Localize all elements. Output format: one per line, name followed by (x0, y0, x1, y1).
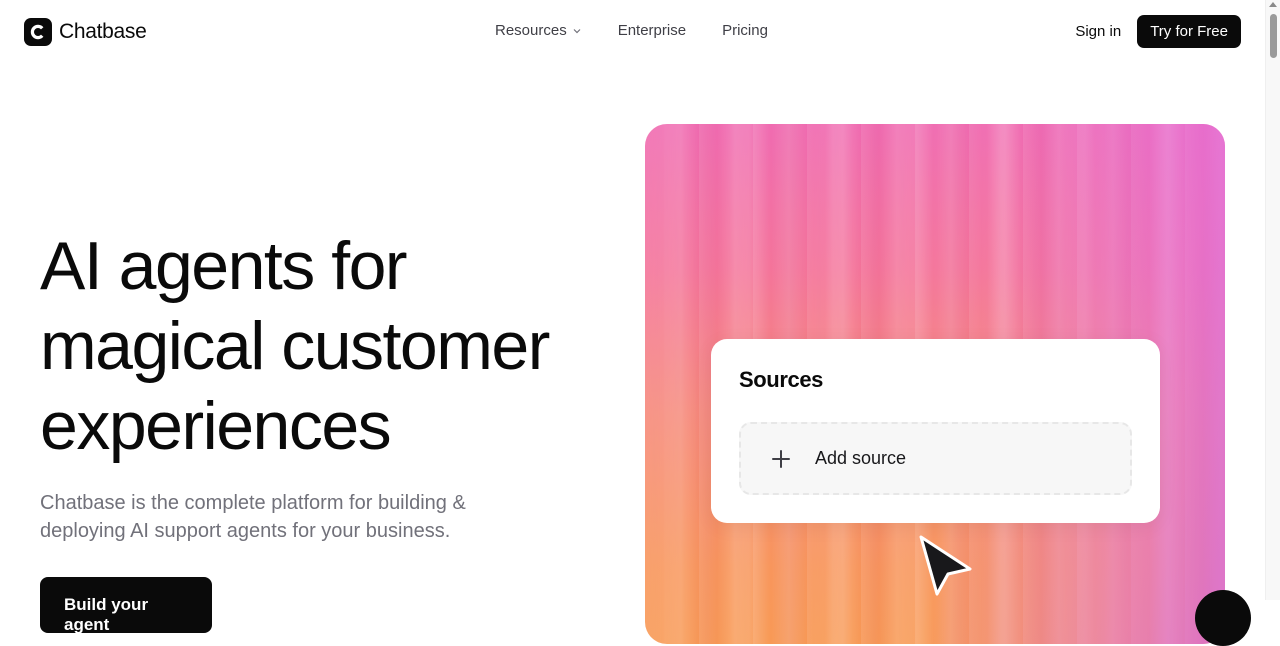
add-source-button[interactable]: Add source (739, 422, 1132, 495)
nav-item-label: Enterprise (617, 22, 687, 39)
scroll-thumb[interactable] (1270, 14, 1277, 58)
try-for-free-button[interactable]: Try for Free (1137, 15, 1241, 48)
hero-subtitle: Chatbase is the complete platform for bu… (40, 489, 560, 545)
nav-item-label: Pricing (722, 22, 768, 39)
hero-title-line: experiences (40, 388, 392, 464)
hero-title: AI agents for magical customer experienc… (40, 226, 550, 466)
nav-item-label: Resources (495, 22, 567, 39)
main-nav: Resources Enterprise Pricing (495, 22, 768, 39)
hero-title-line: AI agents for (40, 228, 408, 304)
scroll-up-arrow-icon[interactable] (1269, 2, 1277, 7)
hero-visual: Sources Add source (645, 124, 1225, 644)
brand-name: Chatbase (59, 20, 147, 43)
header-actions: Sign in Try for Free (1075, 15, 1241, 48)
nav-item-pricing[interactable]: Pricing (722, 22, 768, 39)
sign-in-link[interactable]: Sign in (1075, 23, 1121, 40)
sources-title: Sources (739, 367, 824, 392)
hero-title-line: magical customer (40, 308, 550, 384)
nav-item-enterprise[interactable]: Enterprise (618, 22, 686, 39)
hero-subtitle-line: deploying AI support agents for your bus… (40, 520, 451, 542)
plus-icon (772, 449, 790, 468)
sources-card: Sources Add source (711, 339, 1160, 523)
chevron-down-icon (573, 28, 581, 33)
brand-logo[interactable]: Chatbase (24, 18, 147, 46)
site-header: Chatbase Resources Enterprise Pricing Si… (0, 0, 1265, 64)
build-agent-button[interactable]: Build your agent (40, 577, 212, 634)
nav-item-resources[interactable]: Resources (495, 22, 582, 39)
cursor-arrow-icon (919, 535, 972, 596)
chat-bubble-icon[interactable] (1195, 590, 1251, 646)
add-source-label: Add source (815, 448, 907, 468)
hero-subtitle-line: Chatbase is the complete platform for bu… (40, 492, 466, 514)
chatbase-logo-icon (24, 18, 52, 46)
page-scrollbar[interactable] (1265, 0, 1280, 600)
